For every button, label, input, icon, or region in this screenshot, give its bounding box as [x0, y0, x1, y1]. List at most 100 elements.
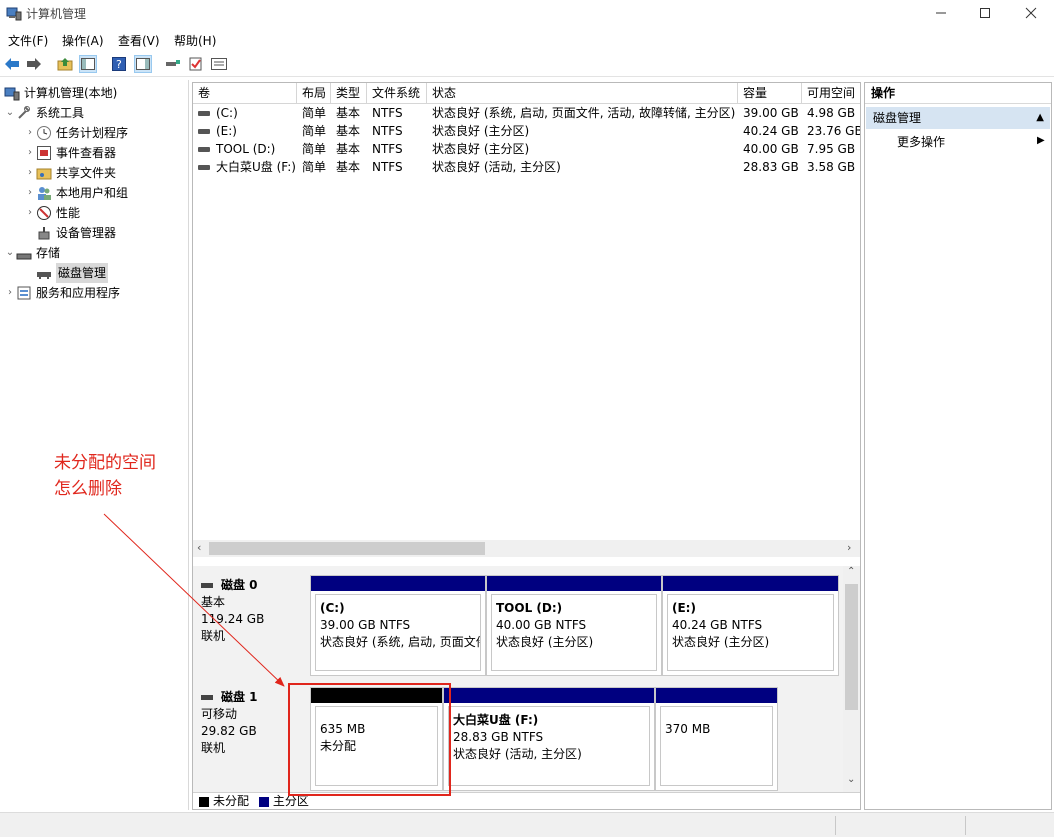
tree-item-system-tools[interactable]: ⌄ 系统工具	[4, 103, 84, 123]
partition-size: 40.00 GB NTFS	[496, 618, 587, 632]
chevron-right-icon[interactable]: ›	[24, 163, 36, 183]
legend-unallocated: 未分配	[213, 794, 250, 808]
partition-370mb[interactable]: 370 MB	[655, 687, 778, 791]
show-hide-action-pane-icon[interactable]	[134, 55, 152, 73]
volume-status: 状态良好 (系统, 启动, 页面文件, 活动, 故障转储, 主分区)	[432, 106, 736, 120]
volume-status: 状态良好 (活动, 主分区)	[432, 160, 561, 174]
tree-item-device-manager[interactable]: 设备管理器	[36, 223, 116, 243]
chevron-right-icon[interactable]: ›	[24, 143, 36, 163]
partition-f[interactable]: 大白菜U盘 (F:) 28.83 GB NTFS 状态良好 (活动, 主分区)	[443, 687, 655, 791]
users-icon	[36, 185, 52, 201]
unallocated-swatch	[199, 796, 209, 807]
disk-name: 磁盘 0	[221, 578, 258, 592]
chevron-down-icon[interactable]: ⌄	[4, 103, 16, 123]
performance-icon	[36, 205, 52, 221]
device-manager-icon	[36, 225, 52, 241]
column-header-capacity[interactable]: 容量	[738, 83, 802, 104]
tree-item-local-users[interactable]: › 本地用户和组	[24, 183, 128, 203]
horizontal-scrollbar[interactable]: ‹ ›	[193, 540, 860, 557]
column-header-volume[interactable]: 卷	[193, 83, 297, 104]
partition-c[interactable]: (C:) 39.00 GB NTFS 状态良好 (系统, 启动, 页面文件	[310, 575, 486, 676]
primary-partition-bar	[487, 576, 661, 591]
tree-label: 本地用户和组	[56, 186, 129, 200]
menu-bar: 文件(F) 操作(A) 查看(V) 帮助(H)	[0, 28, 1054, 50]
computer-management-icon	[6, 5, 22, 21]
volume-filesystem: NTFS	[372, 106, 403, 120]
menu-action[interactable]: 操作(A)	[62, 32, 104, 49]
annotation-line-1: 未分配的空间	[54, 453, 156, 473]
column-header-free-space[interactable]: 可用空间	[802, 83, 860, 104]
scroll-up-icon[interactable]: ⌃	[847, 566, 855, 577]
partition-d[interactable]: TOOL (D:) 40.00 GB NTFS 状态良好 (主分区)	[486, 575, 662, 676]
forward-arrow-icon[interactable]	[25, 55, 43, 73]
volume-filesystem: NTFS	[372, 160, 403, 174]
volume-name: (C:)	[216, 106, 238, 120]
volume-capacity: 28.83 GB	[743, 160, 799, 174]
chevron-right-icon[interactable]: ›	[24, 123, 36, 143]
collapse-up-icon[interactable]: ▲	[1036, 107, 1044, 129]
help-icon[interactable]: ?	[110, 55, 128, 73]
volume-layout: 简单	[302, 106, 327, 120]
partition-e[interactable]: (E:) 40.24 GB NTFS 状态良好 (主分区)	[662, 575, 839, 676]
tree-item-root[interactable]: 计算机管理(本地)	[4, 83, 117, 103]
back-arrow-icon[interactable]	[3, 55, 21, 73]
actions-group-disk-management[interactable]: 磁盘管理 ▲	[866, 107, 1050, 129]
up-folder-icon[interactable]	[56, 55, 74, 73]
disk-name: 磁盘 1	[221, 690, 258, 704]
vertical-scrollbar[interactable]: ⌃ ⌄	[843, 566, 860, 792]
menu-help[interactable]: 帮助(H)	[174, 32, 216, 49]
volume-type: 基本	[336, 160, 361, 174]
chevron-right-icon[interactable]: ›	[4, 283, 16, 303]
column-header-filesystem[interactable]: 文件系统	[367, 83, 427, 104]
check-icon[interactable]	[187, 55, 205, 73]
actions-pane: 操作 磁盘管理 ▲ 更多操作 ▶	[864, 82, 1052, 810]
disk-type: 可移动	[201, 707, 238, 721]
disk-info[interactable]: 磁盘 1 可移动 29.82 GB 联机	[201, 689, 258, 757]
scroll-left-icon[interactable]: ‹	[197, 541, 201, 554]
chevron-down-icon[interactable]: ⌄	[4, 243, 16, 263]
table-row[interactable]: (E:) 简单 基本 NTFS 状态良好 (主分区) 40.24 GB 23.7…	[193, 122, 860, 140]
menu-file[interactable]: 文件(F)	[8, 32, 48, 49]
chevron-right-icon[interactable]: ›	[24, 183, 36, 203]
volume-capacity: 40.00 GB	[743, 142, 799, 156]
scroll-down-icon[interactable]: ⌄	[847, 774, 855, 785]
properties-icon[interactable]	[210, 55, 228, 73]
scrollbar-thumb[interactable]	[845, 584, 858, 710]
tree-label: 服务和应用程序	[36, 286, 121, 300]
tree-item-disk-management[interactable]: 磁盘管理	[36, 263, 109, 283]
more-actions[interactable]: 更多操作	[897, 133, 945, 151]
scroll-right-icon[interactable]: ›	[847, 541, 851, 554]
primary-swatch	[258, 796, 269, 807]
chevron-right-icon[interactable]: ›	[24, 203, 36, 223]
storage-icon	[16, 245, 32, 261]
tree-item-event-viewer[interactable]: › 事件查看器	[24, 143, 116, 163]
column-header-type[interactable]: 类型	[331, 83, 367, 104]
scrollbar-thumb[interactable]	[209, 542, 485, 555]
column-header-status[interactable]: 状态	[427, 83, 738, 104]
menu-view[interactable]: 查看(V)	[118, 32, 160, 49]
show-hide-tree-icon[interactable]	[79, 55, 97, 73]
tree-item-performance[interactable]: › 性能	[24, 203, 80, 223]
minimize-icon[interactable]	[918, 0, 964, 26]
tree-item-services[interactable]: › 服务和应用程序	[4, 283, 120, 303]
volume-free-space: 7.95 GB	[807, 142, 856, 156]
table-row[interactable]: (C:) 简单 基本 NTFS 状态良好 (系统, 启动, 页面文件, 活动, …	[193, 104, 860, 122]
partition-name: 大白菜U盘 (F:)	[453, 713, 539, 727]
connect-icon[interactable]	[164, 55, 182, 73]
partition-name: (E:)	[672, 601, 696, 615]
disk-info[interactable]: 磁盘 0 基本 119.24 GB 联机	[201, 577, 264, 645]
tree-item-task-scheduler[interactable]: › 任务计划程序	[24, 123, 128, 143]
disk-icon	[201, 583, 213, 588]
column-header-layout[interactable]: 布局	[297, 83, 331, 104]
tree-item-shared-folders[interactable]: › 共享文件夹	[24, 163, 116, 183]
table-row[interactable]: 大白菜U盘 (F:) 简单 基本 NTFS 状态良好 (活动, 主分区) 28.…	[193, 158, 860, 176]
submenu-arrow-icon[interactable]: ▶	[1037, 135, 1045, 146]
maximize-icon[interactable]	[962, 0, 1008, 26]
tree-item-storage[interactable]: ⌄ 存储	[4, 243, 60, 263]
actions-header: 操作	[865, 83, 1051, 104]
volume-layout: 简单	[302, 160, 327, 174]
volume-list: 卷 布局 类型 文件系统 状态 容量 可用空间 (C:) 简单 基本 NTFS …	[193, 83, 860, 559]
table-row[interactable]: TOOL (D:) 简单 基本 NTFS 状态良好 (主分区) 40.00 GB…	[193, 140, 860, 158]
close-icon[interactable]	[1008, 0, 1054, 26]
tree-label: 性能	[56, 206, 81, 220]
